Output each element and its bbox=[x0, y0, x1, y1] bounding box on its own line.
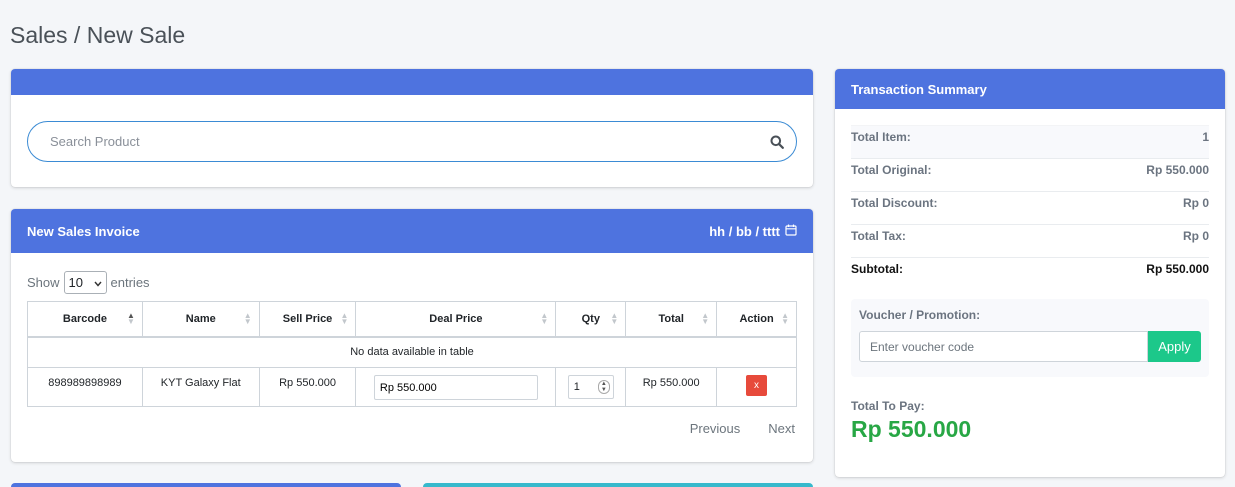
search-card-header bbox=[11, 69, 813, 95]
col-header-total[interactable]: Total ▲ ▼ bbox=[625, 301, 718, 338]
qty-stepper[interactable]: 1 ▲ ▼ bbox=[567, 375, 614, 399]
cell-total: Rp 550.000 bbox=[625, 367, 718, 407]
sort-icon: ▲ ▼ bbox=[243, 311, 252, 326]
voucher-box: Voucher / Promotion: Apply bbox=[851, 299, 1209, 377]
length-show-label: Show bbox=[27, 275, 60, 290]
search-input[interactable] bbox=[50, 134, 770, 149]
summary-value: Rp 550.000 bbox=[1146, 163, 1209, 177]
summary-row-total-discount: Total Discount: Rp 0 bbox=[851, 191, 1209, 224]
summary-row-subtotal: Subtotal: Rp 550.000 bbox=[851, 257, 1209, 290]
summary-label: Total Original: bbox=[851, 163, 932, 177]
voucher-label: Voucher / Promotion: bbox=[859, 308, 981, 322]
empty-table-message: No data available in table bbox=[27, 336, 797, 368]
cell-qty: 1 ▲ ▼ bbox=[555, 367, 627, 407]
delete-row-button[interactable]: x bbox=[746, 375, 768, 396]
qty-value: 1 bbox=[573, 381, 580, 393]
lower-card-left-edge bbox=[11, 483, 401, 487]
chevron-down-icon bbox=[93, 275, 102, 290]
summary-value: Rp 0 bbox=[1182, 229, 1209, 243]
total-to-pay-label: Total To Pay: bbox=[851, 399, 925, 413]
apply-voucher-button[interactable]: Apply bbox=[1148, 331, 1201, 362]
date-placeholder: hh / bb / tttt bbox=[709, 223, 780, 239]
pagination: Previous Next bbox=[690, 421, 795, 436]
summary-value: Rp 0 bbox=[1182, 196, 1209, 210]
search-box[interactable] bbox=[27, 121, 797, 162]
summary-value: 1 bbox=[1202, 130, 1209, 144]
calendar-icon[interactable] bbox=[785, 224, 797, 239]
previous-page-button[interactable]: Previous bbox=[690, 421, 741, 436]
col-header-action[interactable]: Action ▲ ▼ bbox=[716, 301, 797, 338]
invoice-card-header: New Sales Invoice hh / bb / tttt bbox=[11, 209, 813, 253]
sort-icon: ▲ ▼ bbox=[610, 311, 619, 326]
empty-table-row: No data available in table bbox=[27, 336, 797, 368]
lower-card-right-edge bbox=[423, 483, 813, 487]
sort-icon: ▲ ▼ bbox=[701, 311, 710, 326]
invoice-table: Barcode ▲ ▼ Name ▲ ▼ Sell Price ▲ ▼ Deal Price… bbox=[27, 301, 797, 407]
deal-price-input[interactable] bbox=[373, 375, 538, 400]
entries-select-value: 10 bbox=[68, 275, 83, 290]
summary-row-total-original: Total Original: Rp 550.000 bbox=[851, 158, 1209, 191]
cell-name: KYT Galaxy Flat bbox=[141, 367, 260, 407]
sort-icon: ▲ ▼ bbox=[540, 311, 549, 326]
sort-icon: ▲ ▼ bbox=[340, 311, 349, 326]
summary-label: Total Tax: bbox=[851, 229, 906, 243]
cell-deal-price bbox=[355, 367, 557, 407]
summary-label: Total Item: bbox=[851, 130, 911, 144]
total-to-pay-value: Rp 550.000 bbox=[851, 416, 972, 442]
summary-label: Total Discount: bbox=[851, 196, 938, 210]
summary-value: Rp 550.000 bbox=[1146, 262, 1209, 276]
search-icon[interactable] bbox=[770, 135, 784, 149]
table-length-control: Show 10 entries bbox=[27, 271, 150, 294]
col-header-sell-price[interactable]: Sell Price ▲ ▼ bbox=[258, 301, 357, 338]
summary-title: Transaction Summary bbox=[851, 81, 987, 97]
table-row: 898989898989 KYT Galaxy Flat Rp 550.000 … bbox=[27, 367, 797, 407]
sort-icon: ▲ ▼ bbox=[781, 311, 789, 326]
sort-asc-icon: ▲ ▼ bbox=[126, 311, 135, 326]
search-card bbox=[11, 69, 813, 187]
entries-select[interactable]: 10 bbox=[63, 271, 107, 294]
voucher-input[interactable] bbox=[859, 331, 1148, 362]
cell-action: x bbox=[716, 367, 797, 407]
cell-barcode: 898989898989 bbox=[27, 367, 143, 407]
next-page-button[interactable]: Next bbox=[768, 421, 795, 436]
summary-row-total-item: Total Item: 1 bbox=[851, 125, 1209, 158]
page-title: Sales / New Sale bbox=[10, 22, 186, 48]
summary-list: Total Item: 1 Total Original: Rp 550.000… bbox=[851, 125, 1209, 290]
col-header-name[interactable]: Name ▲ ▼ bbox=[141, 301, 260, 338]
qty-spinner-icon[interactable]: ▲ ▼ bbox=[597, 380, 610, 394]
invoice-card: New Sales Invoice hh / bb / tttt Show 10… bbox=[11, 209, 813, 462]
summary-label: Subtotal: bbox=[851, 262, 903, 276]
col-header-barcode[interactable]: Barcode ▲ ▼ bbox=[27, 301, 143, 338]
table-header-row: Barcode ▲ ▼ Name ▲ ▼ Sell Price ▲ ▼ Deal Price… bbox=[27, 301, 797, 338]
length-entries-label: entries bbox=[110, 275, 150, 290]
transaction-summary-card: Transaction Summary Total Item: 1 Total … bbox=[835, 69, 1225, 477]
cell-sell-price: Rp 550.000 bbox=[258, 367, 357, 407]
summary-row-total-tax: Total Tax: Rp 0 bbox=[851, 224, 1209, 257]
voucher-input-group: Apply bbox=[859, 331, 1201, 362]
col-header-qty[interactable]: Qty ▲ ▼ bbox=[555, 301, 627, 338]
date-picker[interactable]: hh / bb / tttt bbox=[709, 224, 797, 239]
summary-header: Transaction Summary bbox=[835, 69, 1225, 109]
col-header-deal-price[interactable]: Deal Price ▲ ▼ bbox=[355, 301, 557, 338]
invoice-title: New Sales Invoice bbox=[27, 223, 140, 239]
